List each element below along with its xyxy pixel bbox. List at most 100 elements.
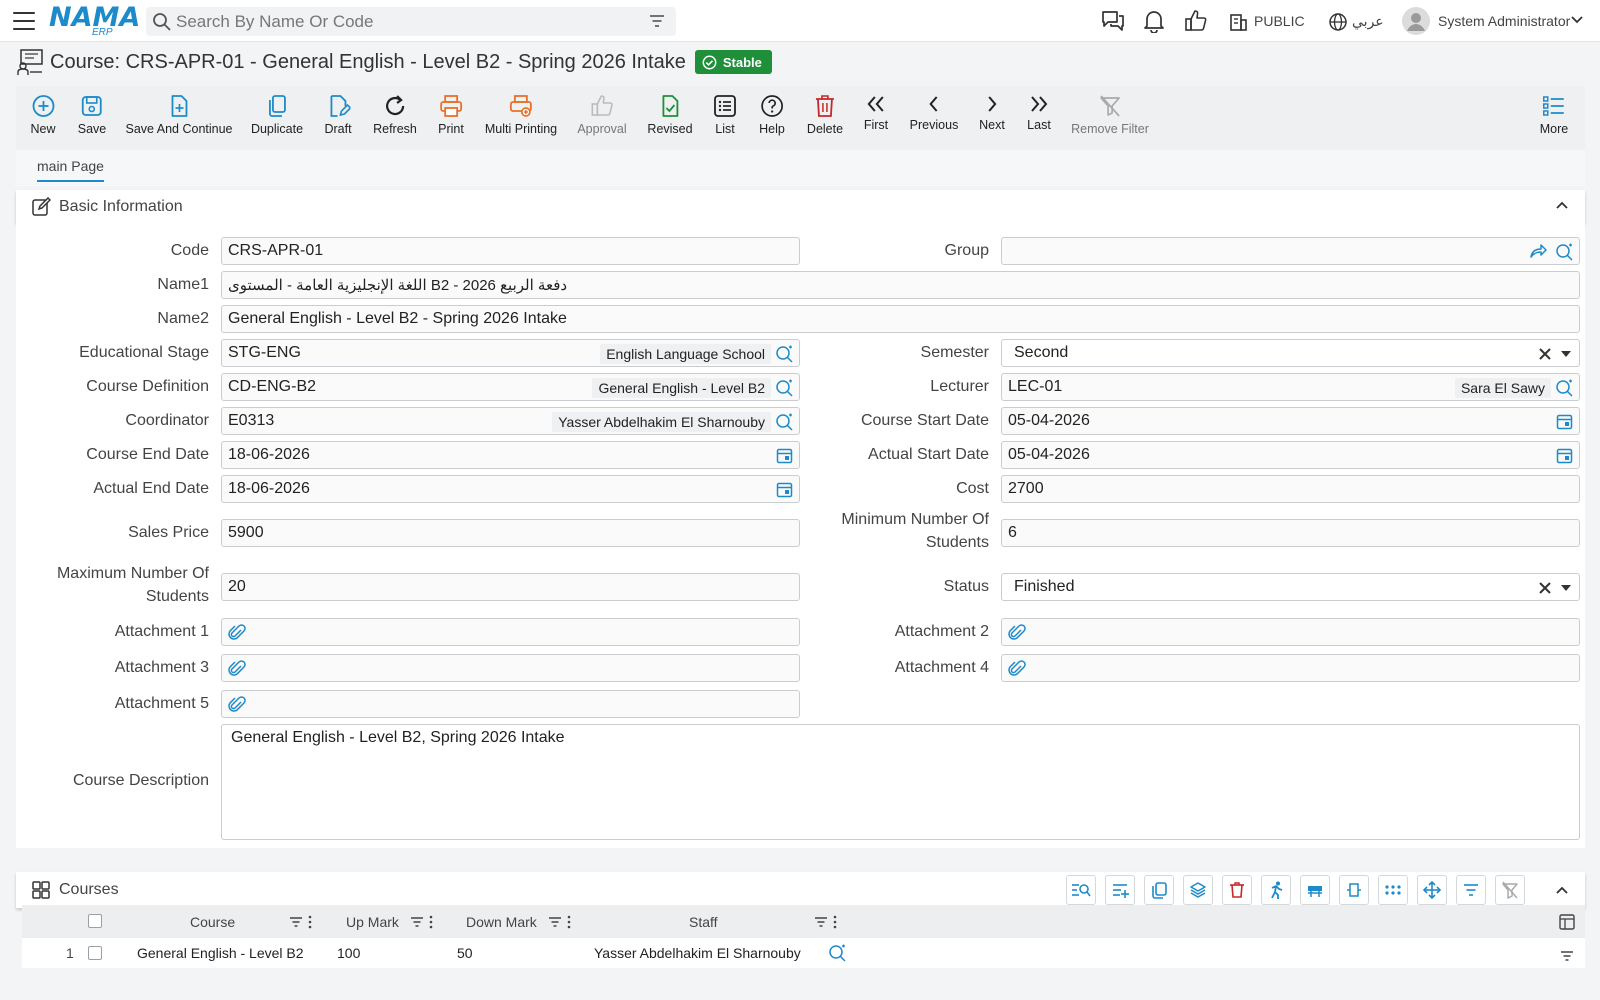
app-logo[interactable]: NAMA ERP	[49, 4, 140, 39]
share-arrow-icon[interactable]	[1529, 243, 1547, 259]
grid-filter-button[interactable]	[1456, 875, 1486, 905]
bell-icon[interactable]	[1143, 9, 1165, 33]
actual-end-date-field[interactable]: 18-06-2026	[221, 475, 800, 503]
paperclip-icon[interactable]	[228, 624, 246, 642]
dropdown-caret-icon[interactable]	[1561, 585, 1571, 591]
attachment-4-field[interactable]	[1001, 654, 1580, 682]
grid-remove-filter-button[interactable]	[1495, 875, 1525, 905]
cell-staff[interactable]: Yasser Abdelhakim El Sharnouby	[594, 945, 801, 961]
search-input[interactable]	[176, 7, 636, 36]
lookup-search-icon[interactable]	[1555, 243, 1573, 261]
dropdown-caret-icon[interactable]	[1561, 351, 1571, 357]
attachment-3-field[interactable]	[221, 654, 800, 682]
code-field[interactable]: CRS-APR-01	[221, 237, 800, 265]
globe-icon[interactable]	[1328, 12, 1348, 32]
educational-stage-field[interactable]: STG-ENG English Language School	[221, 339, 800, 367]
duplicate-button[interactable]: Duplicate	[251, 94, 303, 136]
filter-lines-icon[interactable]	[410, 916, 424, 928]
grid-run-button[interactable]	[1261, 875, 1291, 905]
save-button[interactable]: Save	[78, 94, 106, 136]
filter-lines-icon[interactable]	[289, 916, 303, 928]
course-end-date-field[interactable]: 18-06-2026	[221, 441, 800, 469]
actual-start-date-field[interactable]: 05-04-2026	[1001, 441, 1580, 469]
remove-filter-button[interactable]: Remove Filter	[1071, 94, 1149, 136]
row-checkbox[interactable]	[88, 946, 102, 960]
column-header-staff[interactable]: Staff	[689, 914, 718, 930]
basic-information-header[interactable]: Basic Information	[16, 190, 1585, 223]
lookup-search-icon[interactable]	[775, 379, 793, 397]
kebab-menu-icon[interactable]	[833, 915, 837, 929]
kebab-menu-icon[interactable]	[308, 915, 312, 929]
calendar-icon[interactable]	[1556, 447, 1573, 464]
help-button[interactable]: Help	[759, 94, 785, 136]
minimum-students-field[interactable]: 6	[1001, 519, 1580, 547]
calendar-icon[interactable]	[776, 447, 793, 464]
branch-label[interactable]: PUBLIC	[1254, 13, 1305, 29]
new-button[interactable]: New	[30, 94, 56, 136]
grid-dots-button[interactable]	[1378, 875, 1408, 905]
approval-button[interactable]: Approval	[577, 94, 627, 136]
columns-toggle-icon[interactable]	[1559, 914, 1575, 930]
thumbs-up-icon[interactable]	[1184, 9, 1208, 33]
table-row[interactable]: 1 General English - Level B2 100 50 Yass…	[22, 938, 1585, 968]
grid-fit-button[interactable]	[1339, 875, 1369, 905]
chevron-down-icon[interactable]	[1570, 15, 1584, 25]
column-header-course[interactable]: Course	[190, 914, 235, 930]
list-button[interactable]: List	[713, 94, 737, 136]
kebab-menu-icon[interactable]	[429, 915, 433, 929]
grid-search-button[interactable]	[1066, 875, 1096, 905]
language-switch[interactable]: عربي	[1352, 13, 1384, 30]
name1-field[interactable]: دفعة الربيع 2026 - B2 اللغة الإنجليزية ا…	[221, 271, 1580, 299]
coordinator-field[interactable]: E0313 Yasser Abdelhakim El Sharnouby	[221, 407, 800, 435]
name2-field[interactable]: General English - Level B2 - Spring 2026…	[221, 305, 1580, 333]
grid-copy-button[interactable]	[1144, 875, 1174, 905]
lecturer-field[interactable]: LEC-01 Sara El Sawy	[1001, 373, 1580, 401]
clear-x-icon[interactable]	[1539, 348, 1551, 360]
grid-move-button[interactable]	[1417, 875, 1447, 905]
sales-price-field[interactable]: 5900	[221, 519, 800, 547]
attachment-5-field[interactable]	[221, 690, 800, 718]
draft-button[interactable]: Draft	[324, 94, 352, 136]
chat-icon[interactable]	[1100, 9, 1126, 33]
chevron-up-icon[interactable]	[1555, 199, 1569, 211]
save-and-continue-button[interactable]: Save And Continue	[125, 94, 233, 136]
lookup-search-icon[interactable]	[775, 413, 793, 431]
grid-table-button[interactable]	[1300, 875, 1330, 905]
attachment-1-field[interactable]	[221, 618, 800, 646]
select-all-checkbox[interactable]	[88, 914, 102, 928]
refresh-button[interactable]: Refresh	[373, 94, 417, 136]
cell-down-mark[interactable]: 50	[457, 945, 473, 961]
semester-select[interactable]: Second	[1001, 339, 1580, 367]
more-button[interactable]: More	[1540, 94, 1568, 136]
lookup-search-icon[interactable]	[1555, 379, 1573, 397]
paperclip-icon[interactable]	[228, 660, 246, 678]
lookup-search-icon[interactable]	[775, 345, 793, 363]
course-description-textarea[interactable]: General English - Level B2, Spring 2026 …	[221, 724, 1580, 840]
paperclip-icon[interactable]	[228, 696, 246, 714]
multi-printing-button[interactable]: Multi Printing	[485, 94, 557, 136]
filter-lines-icon[interactable]	[1560, 950, 1574, 962]
user-name[interactable]: System Administrator	[1438, 13, 1570, 29]
cell-up-mark[interactable]: 100	[337, 945, 360, 961]
calendar-icon[interactable]	[776, 481, 793, 498]
avatar[interactable]	[1402, 7, 1430, 35]
hamburger-menu-icon[interactable]	[13, 12, 35, 30]
cost-field[interactable]: 2700	[1001, 475, 1580, 503]
chevron-up-icon[interactable]	[1555, 884, 1569, 896]
delete-button[interactable]: Delete	[807, 94, 843, 136]
tab-main-page[interactable]: main Page	[37, 158, 104, 182]
lookup-search-icon[interactable]	[828, 944, 846, 962]
previous-button[interactable]: Previous	[910, 94, 958, 132]
cell-course[interactable]: General English - Level B2	[137, 945, 304, 961]
next-button[interactable]: Next	[979, 94, 1005, 132]
filter-lines-icon[interactable]	[548, 916, 562, 928]
paperclip-icon[interactable]	[1008, 624, 1026, 642]
course-start-date-field[interactable]: 05-04-2026	[1001, 407, 1580, 435]
grid-add-row-button[interactable]	[1105, 875, 1135, 905]
column-header-up-mark[interactable]: Up Mark	[346, 914, 399, 930]
grid-layers-button[interactable]	[1183, 875, 1213, 905]
clear-x-icon[interactable]	[1539, 582, 1551, 594]
column-header-down-mark[interactable]: Down Mark	[466, 914, 537, 930]
first-button[interactable]: First	[864, 94, 888, 132]
maximum-students-field[interactable]: 20	[221, 573, 800, 601]
